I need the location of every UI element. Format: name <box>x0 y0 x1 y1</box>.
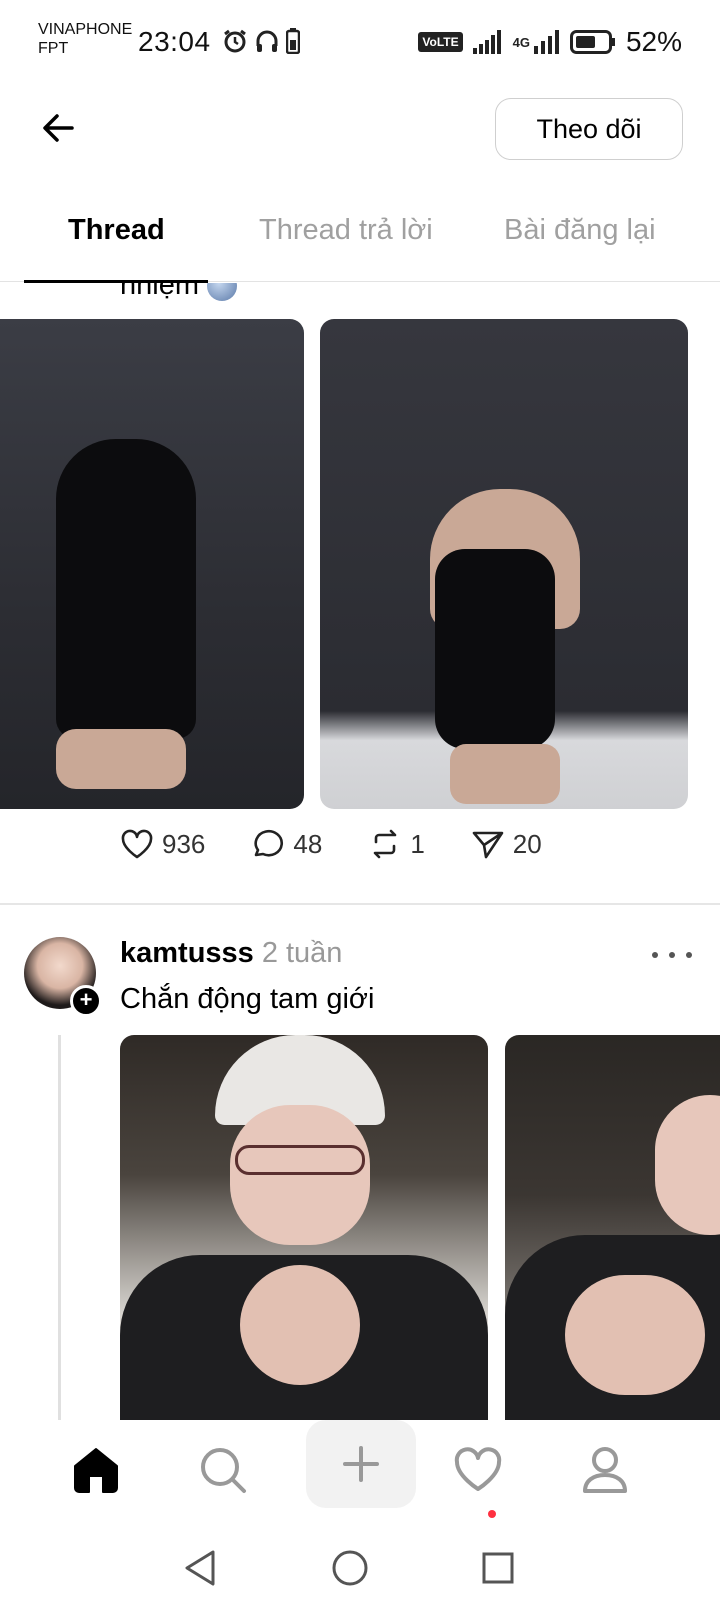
post-timestamp: 2 tuần <box>261 937 343 969</box>
bottom-navigation <box>0 1420 720 1520</box>
heart-icon <box>454 1447 502 1491</box>
comment-button[interactable]: 48 <box>251 828 322 860</box>
system-recents-button[interactable] <box>476 1546 520 1590</box>
network-type-label: 4G <box>512 34 530 50</box>
back-triangle-icon <box>185 1550 215 1586</box>
nav-activity[interactable] <box>433 1430 523 1510</box>
alarm-icon <box>224 29 246 53</box>
device-battery-icon <box>286 28 300 54</box>
repost-count: 1 <box>410 828 425 859</box>
carrier-label: VINAPHONE FPT <box>38 21 133 57</box>
heart-icon <box>121 829 153 859</box>
comment-icon <box>254 829 284 857</box>
post-text: Chắn động tam giới <box>120 983 375 1015</box>
post-image[interactable] <box>120 1035 488 1420</box>
comment-count: 48 <box>293 828 323 859</box>
signal-2-icon <box>533 30 559 54</box>
tab-thread-replies[interactable]: Thread trả lời <box>259 214 433 247</box>
feed[interactable]: nhiệm 936 48 1 20 + kamtusss 2 tuần Chắn… <box>0 283 720 1420</box>
post-actions: 936 48 1 20 <box>120 828 588 860</box>
follow-button[interactable]: Theo dõi <box>495 98 683 160</box>
headphones-icon <box>256 30 278 52</box>
repost-button[interactable]: 1 <box>368 828 425 860</box>
notification-dot <box>488 1510 496 1518</box>
tab-thread[interactable]: Thread <box>68 214 165 247</box>
arrow-left-icon <box>43 114 74 142</box>
send-icon <box>472 831 504 859</box>
clock: 23:04 <box>138 26 211 57</box>
thread-line <box>58 1035 61 1420</box>
back-button[interactable] <box>36 106 80 150</box>
plus-icon <box>343 1446 379 1482</box>
share-count: 20 <box>512 828 542 859</box>
home-icon <box>74 1448 118 1493</box>
more-options-button[interactable] <box>652 945 692 965</box>
recents-square-icon <box>482 1552 514 1584</box>
moon-emoji-icon <box>207 283 238 302</box>
status-bar: VINAPHONE FPT 23:04 VoLTE 4G 52% <box>0 0 720 84</box>
follow-plus-icon[interactable]: + <box>70 985 102 1017</box>
post-image[interactable] <box>320 319 688 809</box>
post-text-truncated: nhiệm <box>120 283 238 302</box>
nav-new-post[interactable] <box>306 1420 416 1508</box>
post-image[interactable] <box>0 319 304 809</box>
repost-icon <box>374 829 397 859</box>
post-divider <box>0 903 720 905</box>
like-button[interactable]: 936 <box>120 828 205 860</box>
share-button[interactable]: 20 <box>471 828 542 860</box>
volte-badge: VoLTE <box>418 32 463 52</box>
system-back-button[interactable] <box>178 1546 222 1590</box>
like-count: 936 <box>162 828 206 859</box>
home-circle-icon <box>332 1550 368 1586</box>
signal-icon <box>472 30 501 54</box>
post-image[interactable] <box>505 1035 720 1420</box>
nav-profile[interactable] <box>560 1430 650 1510</box>
profile-tabs: Thread Thread trả lời Bài đăng lại <box>0 200 720 283</box>
post-author[interactable]: kamtusss 2 tuần <box>120 937 342 970</box>
battery-percent: 52% <box>625 26 682 57</box>
tab-reposts[interactable]: Bài đăng lại <box>504 214 656 247</box>
nav-search[interactable] <box>178 1430 268 1510</box>
search-icon <box>201 1448 246 1493</box>
system-navigation <box>0 1526 720 1610</box>
nav-home[interactable] <box>51 1430 141 1510</box>
battery-icon <box>569 30 615 54</box>
profile-icon <box>583 1447 627 1493</box>
system-home-button[interactable] <box>328 1546 372 1590</box>
